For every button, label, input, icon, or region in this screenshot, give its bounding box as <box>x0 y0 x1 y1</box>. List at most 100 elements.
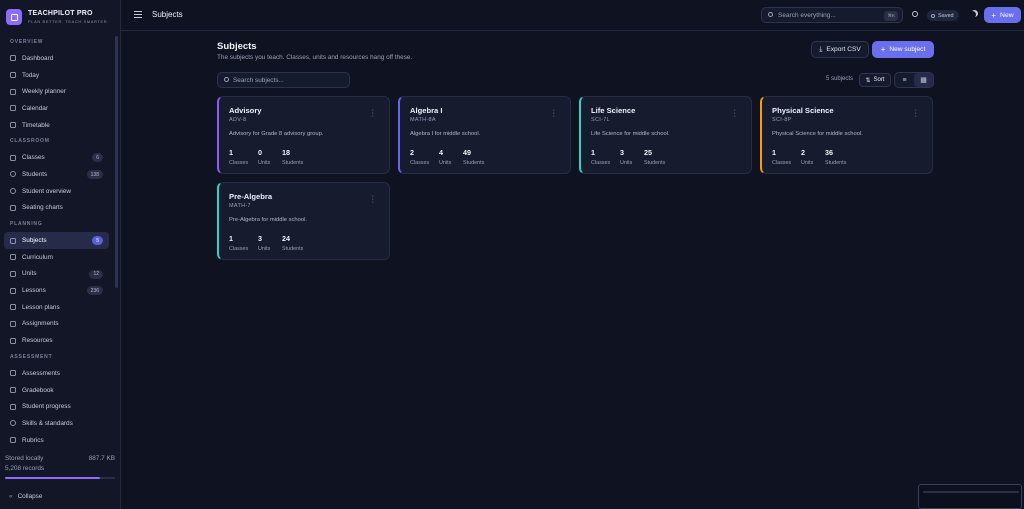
section-label-classroom: CLASSROOM <box>10 138 50 145</box>
brand-tagline: PLAN BETTER. TEACH SMARTER. <box>28 19 109 24</box>
subject-card[interactable]: Pre-Algebra MATH-7 · · · Pre-Algebra for m… <box>217 182 390 260</box>
stat-students: 18 Students <box>282 148 304 166</box>
layers-icon <box>10 237 16 244</box>
storage-label: Stored locally <box>5 455 44 462</box>
sidebar-item-assessments[interactable]: Assessments <box>4 365 109 382</box>
sidebar-item-today[interactable]: Today <box>4 67 109 84</box>
user-icon <box>10 188 16 195</box>
stat-classes: 1 Classes <box>772 148 792 166</box>
search-icon <box>768 12 773 17</box>
new-subject-button[interactable]: + New subject <box>872 41 934 58</box>
subject-card[interactable]: Life Science SCI-7L · · · Life Science for… <box>579 96 752 174</box>
brand[interactable]: TEACHPILOT PRO PLAN BETTER. TEACH SMARTE… <box>6 9 109 25</box>
more-options-icon[interactable]: · · · <box>915 107 917 120</box>
subject-code: ADV-8 <box>229 117 247 123</box>
sidebar-nav: OVERVIEW Dashboard Today Weekly planner … <box>0 34 121 452</box>
subject-name: Pre-Algebra <box>229 192 273 201</box>
subject-name: Advisory <box>229 106 262 115</box>
count-badge: 5 <box>92 236 103 246</box>
search-icon[interactable] <box>912 11 918 17</box>
topbar: Subjects Search everything... ⌘K Saved +… <box>121 0 1024 31</box>
checklist-icon <box>10 370 16 377</box>
subject-description: Physical Science for middle school. <box>772 131 863 137</box>
gradebook-icon <box>10 387 16 394</box>
stat-units: 0 Units <box>258 148 271 166</box>
stat-students: 25 Students <box>644 148 666 166</box>
new-button[interactable]: + New <box>984 7 1021 23</box>
lessons-icon <box>10 287 16 294</box>
more-options-icon[interactable]: · · · <box>734 107 736 120</box>
units-icon <box>10 270 16 277</box>
sidebar-item-calendar[interactable]: Calendar <box>4 100 109 117</box>
subject-search-input[interactable]: Search subjects... <box>217 72 350 88</box>
stat-units: 4 Units <box>439 148 452 166</box>
stat-units: 2 Units <box>801 148 814 166</box>
count-badge: 236 <box>86 286 103 296</box>
list-view-icon[interactable]: ≡ <box>895 73 914 87</box>
folder-icon <box>10 337 16 344</box>
stat-classes: 1 Classes <box>229 148 249 166</box>
view-toggle: ≡ ▦ <box>894 72 934 88</box>
sidebar-item-student-progress[interactable]: Student progress <box>4 398 109 415</box>
subject-name: Life Science <box>591 106 636 115</box>
sidebar-item-subjects[interactable]: Subjects 5 <box>4 232 109 249</box>
subject-description: Algebra I for middle school. <box>410 131 481 137</box>
subject-card[interactable]: Algebra I MATH-8A · · · Algebra I for midd… <box>398 96 571 174</box>
grid-view-icon[interactable]: ▦ <box>914 73 933 87</box>
rubric-icon <box>10 437 16 444</box>
sidebar-item-curriculum[interactable]: Curriculum <box>4 249 109 266</box>
storage-records: 5,208 records <box>5 465 45 472</box>
saved-status-badge: Saved <box>927 10 959 21</box>
plus-icon: + <box>880 45 886 54</box>
subject-card[interactable]: Physical Science SCI-8P · · · Physical Sci… <box>760 96 933 174</box>
sidebar-item-assignments[interactable]: Assignments <box>4 316 109 333</box>
global-search-input[interactable]: Search everything... ⌘K <box>761 7 903 23</box>
storage-info: Stored locally 887.7 KB 5,208 records <box>5 454 115 479</box>
chevron-left-icon: « <box>9 493 13 500</box>
document-icon <box>10 304 16 311</box>
sidebar-item-skills-standards[interactable]: Skills & standards <box>4 415 109 432</box>
stat-classes: 2 Classes <box>410 148 430 166</box>
sidebar-item-dashboard[interactable]: Dashboard <box>4 50 109 67</box>
sort-icon: ⇅ <box>865 77 871 84</box>
sidebar-item-student-overview[interactable]: Student overview <box>4 183 109 200</box>
sidebar-item-gradebook[interactable]: Gradebook <box>4 382 109 399</box>
sort-button[interactable]: ⇅ Sort <box>859 73 891 87</box>
stat-classes: 1 Classes <box>229 234 249 252</box>
book-icon <box>10 154 16 161</box>
sidebar-item-classes[interactable]: Classes 6 <box>4 149 109 166</box>
grid-icon <box>10 204 16 211</box>
timetable-icon <box>10 122 16 129</box>
subject-card[interactable]: Advisory ADV-8 · · · Advisory for Grade 8 … <box>217 96 390 174</box>
sidebar-item-weekly-planner[interactable]: Weekly planner <box>4 83 109 100</box>
collapse-button[interactable]: « Collapse <box>9 493 42 500</box>
more-options-icon[interactable]: · · · <box>372 193 374 206</box>
more-options-icon[interactable]: · · · <box>372 107 374 120</box>
menu-icon[interactable] <box>134 11 142 20</box>
sidebar-item-units[interactable]: Units 12 <box>4 266 109 283</box>
sidebar-scrollbar[interactable] <box>115 36 118 288</box>
moon-icon[interactable] <box>969 11 976 18</box>
subject-name: Physical Science <box>772 106 834 115</box>
page-title: Subjects <box>152 10 183 19</box>
stat-units: 3 Units <box>258 234 271 252</box>
storage-progress-fill <box>5 477 100 479</box>
target-icon <box>10 420 16 427</box>
sidebar-item-students[interactable]: Students 138 <box>4 166 109 183</box>
sidebar-item-resources[interactable]: Resources <box>4 332 109 349</box>
stat-students: 49 Students <box>463 148 485 166</box>
sidebar-item-rubrics[interactable]: Rubrics <box>4 432 109 449</box>
chart-icon <box>10 403 16 410</box>
logo-icon <box>6 9 22 25</box>
sidebar-item-lessons[interactable]: Lessons 236 <box>4 282 109 299</box>
sidebar-item-timetable[interactable]: Timetable <box>4 117 109 134</box>
subject-code: MATH-7 <box>229 203 251 209</box>
minimap-preview[interactable] <box>918 484 1022 509</box>
sidebar-item-seating-charts[interactable]: Seating charts <box>4 200 109 217</box>
subject-name: Algebra I <box>410 106 443 115</box>
export-csv-button[interactable]: ⤓ Export CSV <box>811 41 869 58</box>
check-icon <box>931 13 935 18</box>
more-options-icon[interactable]: · · · <box>553 107 555 120</box>
sidebar: TEACHPILOT PRO PLAN BETTER. TEACH SMARTE… <box>0 0 121 509</box>
sidebar-item-lesson-plans[interactable]: Lesson plans <box>4 299 109 316</box>
